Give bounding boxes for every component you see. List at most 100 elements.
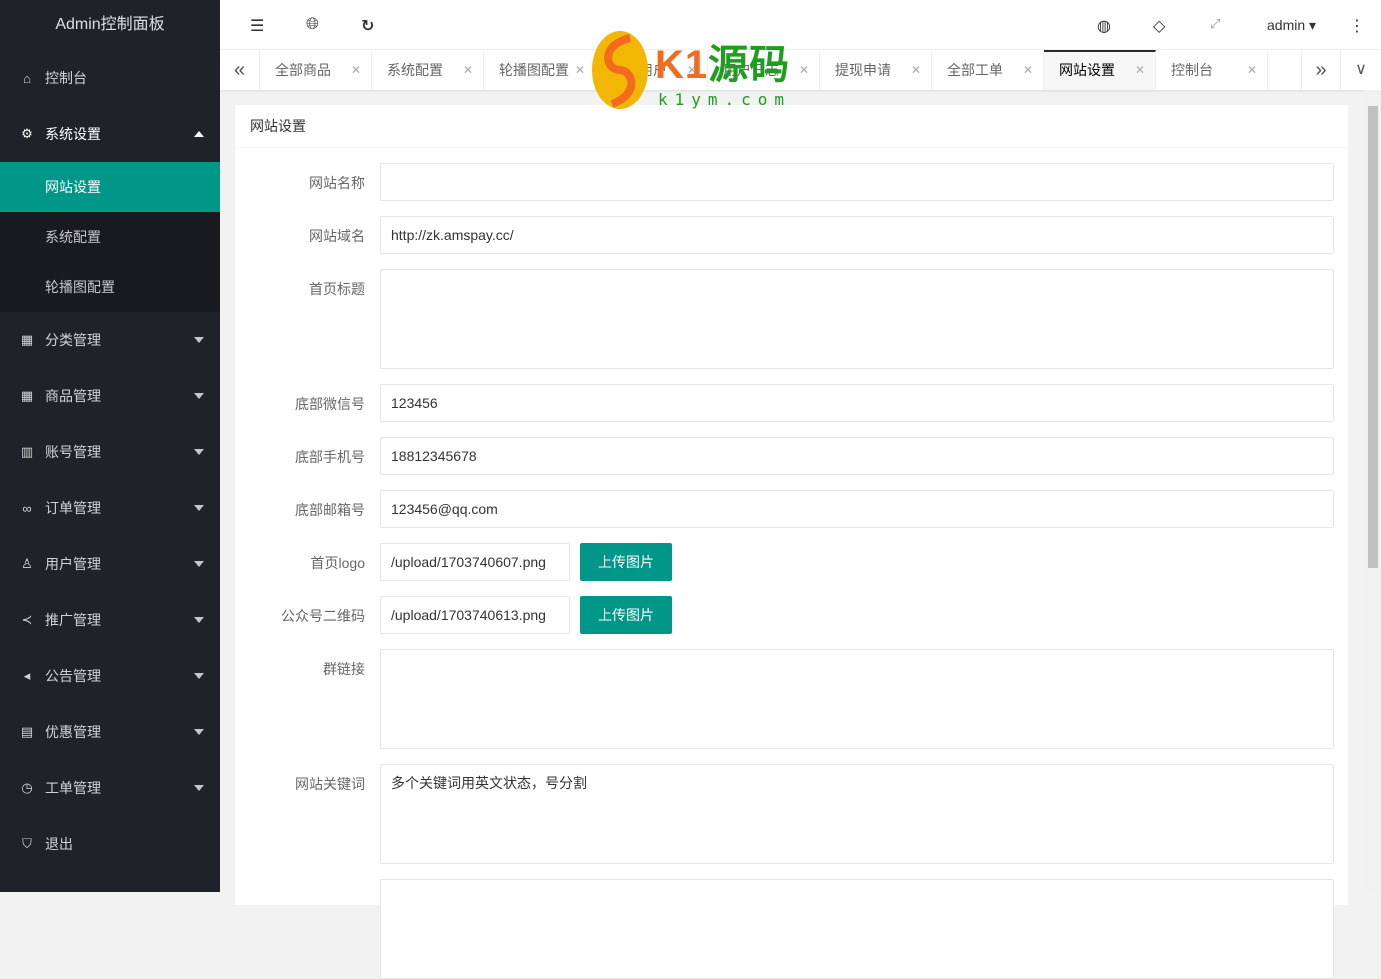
- logo-input[interactable]: /upload/1703740607.png: [380, 543, 570, 581]
- phone-input[interactable]: 18812345678: [380, 437, 1334, 475]
- top-bar: ☰ 🌐︎ ↻ ◍ ◇ ⤢ admin ▾ ⋮: [220, 0, 1381, 50]
- nav-system-config[interactable]: 系统配置: [0, 212, 220, 262]
- tab-label: 用户日志: [723, 62, 779, 78]
- tabs-scroll-right-icon[interactable]: »: [1301, 50, 1341, 90]
- card-title: 网站设置: [235, 105, 1348, 148]
- caret-down-icon: [194, 505, 204, 511]
- close-icon[interactable]: ✕: [1135, 52, 1145, 88]
- close-icon[interactable]: ✕: [911, 50, 921, 90]
- grid-icon: ▦: [20, 332, 34, 347]
- field-label: 网站名称: [309, 175, 365, 191]
- user-icon: ♙: [21, 556, 33, 571]
- tab-dashboard[interactable]: 控制台 ✕: [1156, 50, 1268, 90]
- upload-logo-button[interactable]: 上传图片: [580, 543, 672, 581]
- tab-all-tickets[interactable]: 全部工单 ✕: [932, 50, 1044, 90]
- tab-label: 控制台: [1171, 62, 1213, 78]
- nav-system-settings[interactable]: ⚙ 系统设置: [0, 106, 220, 162]
- field-label: 底部手机号: [295, 449, 365, 465]
- email-input[interactable]: 123456@qq.com: [380, 490, 1334, 528]
- keywords-textarea[interactable]: 多个关键词用英文状态，号分割: [380, 764, 1334, 864]
- nav-label: 控制台: [45, 70, 87, 86]
- nav-carousel-config[interactable]: 轮播图配置: [0, 262, 220, 312]
- username: admin: [1267, 17, 1306, 33]
- nav-promotion[interactable]: ≺ 推广管理: [0, 592, 220, 648]
- field-label: 首页logo: [310, 555, 365, 571]
- tab-label: 提现申请: [835, 62, 891, 78]
- close-icon[interactable]: ✕: [687, 50, 697, 90]
- tab-label: 全部工单: [947, 62, 1003, 78]
- close-icon[interactable]: ✕: [351, 50, 361, 90]
- field-label: 首页标题: [309, 281, 365, 297]
- fullscreen-icon[interactable]: ⤢: [1210, 16, 1220, 32]
- close-icon[interactable]: ✕: [1247, 50, 1257, 90]
- grid-icon: ▦: [20, 388, 34, 403]
- caret-down-icon: [194, 449, 204, 455]
- nav-label: 订单管理: [45, 500, 101, 516]
- link-icon: ∞: [22, 500, 32, 516]
- tab-system-config[interactable]: 系统配置 ✕: [372, 50, 484, 90]
- gear-icon: ⚙: [21, 126, 33, 141]
- field-label: 网站关键词: [295, 776, 365, 792]
- nav-products[interactable]: ▦ 商品管理: [0, 368, 220, 424]
- collapse-menu-icon[interactable]: ☰: [250, 16, 264, 36]
- nav-users[interactable]: ♙ 用户管理: [0, 536, 220, 592]
- tag-icon[interactable]: ◇: [1153, 16, 1165, 36]
- user-menu[interactable]: admin ▾: [1267, 17, 1316, 34]
- palette-icon[interactable]: ◍: [1097, 16, 1111, 36]
- tab-label: 全部商品: [275, 62, 331, 78]
- globe-icon[interactable]: 🌐︎: [306, 16, 319, 34]
- scrollbar-thumb[interactable]: [1368, 106, 1378, 568]
- field-label: 底部微信号: [295, 396, 365, 412]
- close-icon[interactable]: ✕: [1023, 50, 1033, 90]
- nav-accounts[interactable]: ▥ 账号管理: [0, 424, 220, 480]
- tabs-dropdown-icon[interactable]: ∨: [1341, 50, 1381, 90]
- close-icon[interactable]: ✕: [463, 50, 473, 90]
- tab-carousel-config[interactable]: 轮播图配置 ✕: [484, 50, 596, 90]
- caret-down-icon: [194, 337, 204, 343]
- refresh-icon[interactable]: ↻: [361, 16, 374, 36]
- nav-orders[interactable]: ∞ 订单管理: [0, 480, 220, 536]
- next-textarea[interactable]: [380, 879, 1334, 979]
- home-title-textarea[interactable]: [380, 269, 1334, 369]
- close-icon[interactable]: ✕: [575, 50, 585, 90]
- caret-down-icon: [194, 617, 204, 623]
- submenu: 网站设置 系统配置 轮播图配置: [0, 162, 220, 312]
- clock-icon: ◷: [21, 780, 33, 795]
- qrcode-input[interactable]: /upload/1703740613.png: [380, 596, 570, 634]
- table-icon: ▥: [20, 444, 34, 459]
- nav-label: 公告管理: [45, 668, 101, 684]
- domain-input[interactable]: http://zk.amspay.cc/: [380, 216, 1334, 254]
- tab-bar: « 全部商品 ✕ 系统配置 ✕ 轮播图配置 ✕ 全部用户 ✕ 用户日志 ✕ 提现申请 ✕ 全…: [220, 50, 1381, 90]
- tab-label: 轮播图配置: [499, 62, 569, 78]
- tab-user-logs[interactable]: 用户日志 ✕: [708, 50, 820, 90]
- nav-label: 用户管理: [45, 556, 101, 572]
- group-link-textarea[interactable]: [380, 649, 1334, 749]
- nav-logout[interactable]: ⛉ 退出: [0, 816, 220, 872]
- field-label: 公众号二维码: [281, 608, 365, 624]
- caret-down-icon: [194, 729, 204, 735]
- caret-down-icon: [194, 561, 204, 567]
- nav-dashboard[interactable]: ⌂ 控制台: [0, 50, 220, 106]
- site-name-input[interactable]: [380, 163, 1334, 201]
- nav-category[interactable]: ▦ 分类管理: [0, 312, 220, 368]
- tab-label: 网站设置: [1059, 62, 1115, 78]
- tab-all-products[interactable]: 全部商品 ✕: [260, 50, 372, 90]
- nav-tickets[interactable]: ◷ 工单管理: [0, 760, 220, 816]
- nav-announcements[interactable]: ◂ 公告管理: [0, 648, 220, 704]
- nav-coupons[interactable]: ▤ 优惠管理: [0, 704, 220, 760]
- more-icon[interactable]: ⋮: [1349, 16, 1365, 36]
- tab-withdrawals[interactable]: 提现申请 ✕: [820, 50, 932, 90]
- tab-website-settings[interactable]: 网站设置 ✕: [1044, 50, 1156, 90]
- tab-label: 全部用户: [611, 62, 667, 78]
- tabs-scroll-left-icon[interactable]: «: [220, 50, 260, 90]
- tab-all-users[interactable]: 全部用户 ✕: [596, 50, 708, 90]
- scrollbar[interactable]: [1364, 90, 1381, 892]
- nav-website-settings[interactable]: 网站设置: [0, 162, 220, 212]
- tab-label: 系统配置: [387, 62, 443, 78]
- wechat-input[interactable]: 123456: [380, 384, 1334, 422]
- upload-qrcode-button[interactable]: 上传图片: [580, 596, 672, 634]
- share-icon: ≺: [21, 612, 33, 627]
- shield-icon: ⛉: [22, 836, 32, 851]
- close-icon[interactable]: ✕: [799, 50, 809, 90]
- nav-label: 商品管理: [45, 388, 101, 404]
